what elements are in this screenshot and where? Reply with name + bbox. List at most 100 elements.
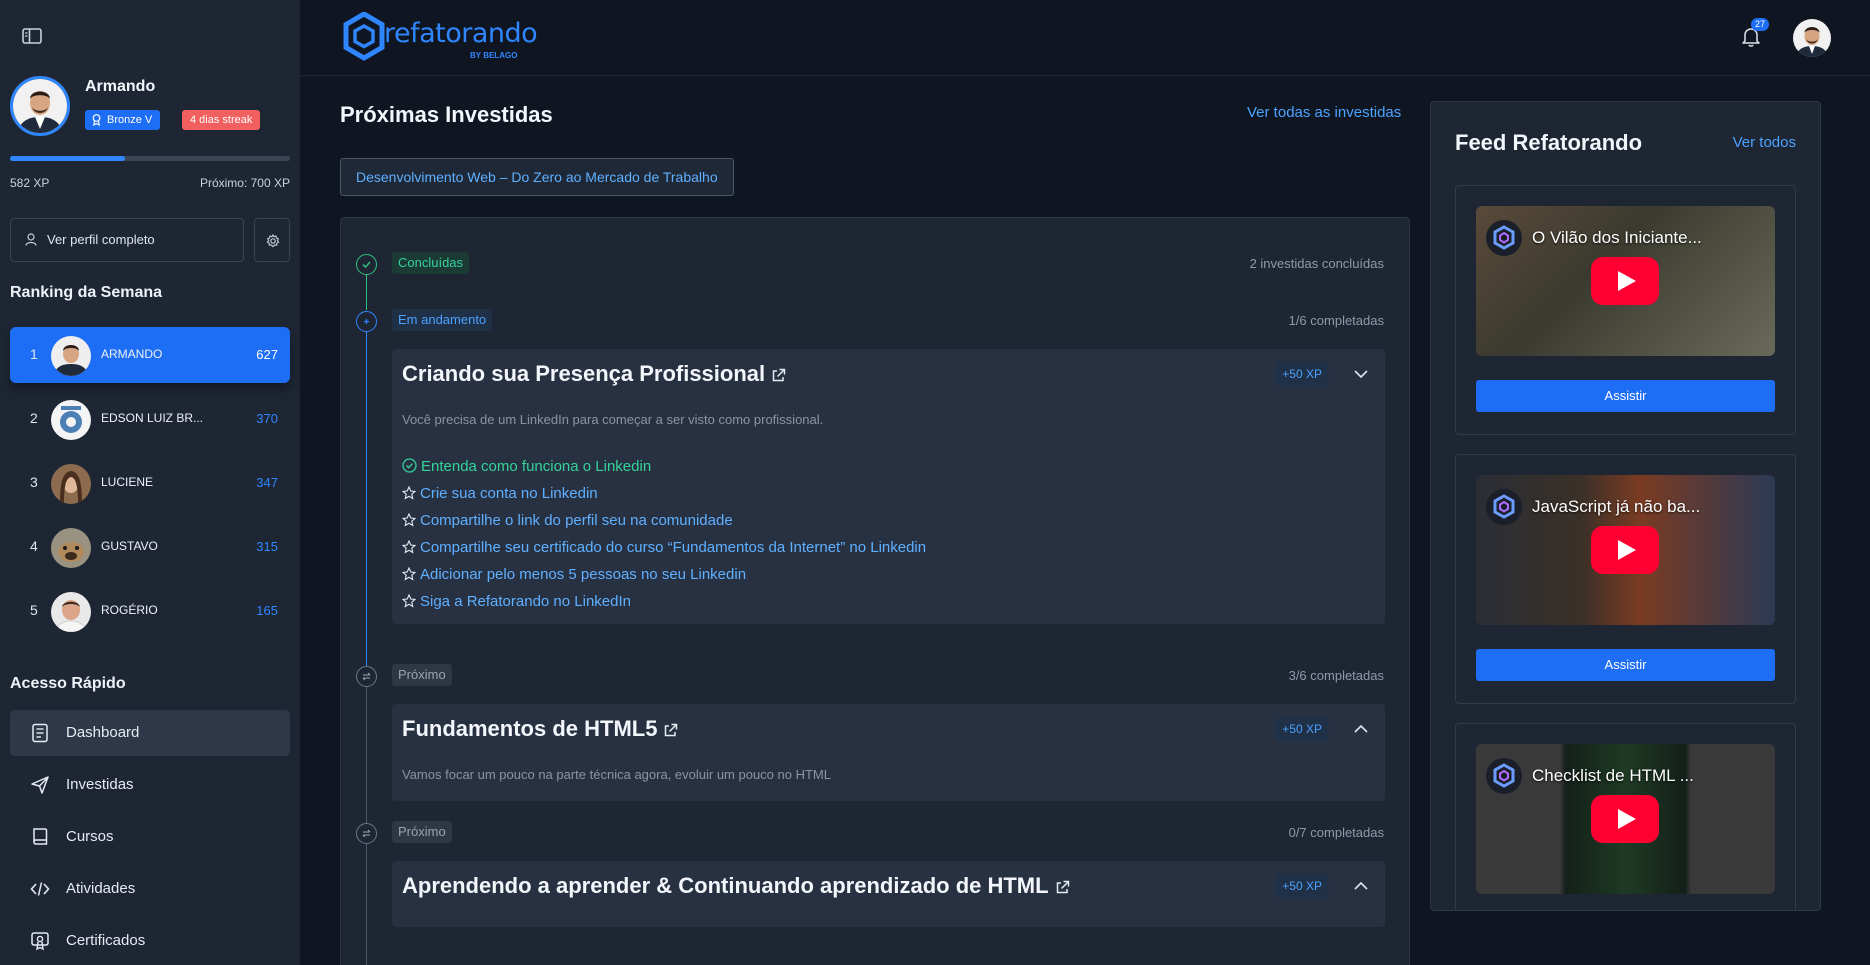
task-label: Compartilhe seu certificado do curso “Fu… xyxy=(420,539,927,556)
avatar xyxy=(51,528,91,568)
quick-access-title: Acesso Rápido xyxy=(10,675,126,692)
investida-card[interactable]: Aprendendo a aprender & Continuando apre… xyxy=(392,861,1385,927)
chevron-up-icon[interactable] xyxy=(1353,721,1369,739)
task-item[interactable]: Siga a Refatorando no LinkedIn xyxy=(401,593,631,610)
see-all-investidas-link[interactable]: Ver todas as investidas xyxy=(1247,104,1401,121)
video-card: O Vilão dos Iniciante... Assistir xyxy=(1455,185,1796,435)
task-item[interactable]: Compartilhe o link do perfil seu na comu… xyxy=(401,512,733,529)
progress-count: 3/6 completadas xyxy=(1288,668,1384,683)
brand-name: refatorando xyxy=(384,18,538,49)
xp-badge: +50 XP xyxy=(1275,874,1329,898)
settings-button[interactable] xyxy=(254,218,290,262)
ranking-item[interactable]: 2 EDSON LUIZ BR... 370 xyxy=(10,391,290,447)
nav-item-investidas[interactable]: Investidas xyxy=(10,762,290,808)
ranking-name: GUSTAVO xyxy=(101,539,158,553)
card-title[interactable]: Aprendendo a aprender & Continuando apre… xyxy=(402,873,1070,899)
task-item[interactable]: Adicionar pelo menos 5 pessoas no seu Li… xyxy=(401,566,746,583)
ranking-position: 5 xyxy=(30,602,38,618)
nav-item-certificados[interactable]: Certificados xyxy=(10,918,290,964)
view-profile-label: Ver perfil completo xyxy=(47,232,155,247)
channel-logo-icon xyxy=(1486,489,1522,525)
investida-card[interactable]: Fundamentos de HTML5 +50 XP Vamos focar … xyxy=(392,704,1385,801)
video-thumbnail[interactable]: O Vilão dos Iniciante... xyxy=(1476,206,1775,356)
status-badge: Próximo xyxy=(392,664,452,686)
course-selector[interactable]: Desenvolvimento Web – Do Zero ao Mercado… xyxy=(340,158,734,196)
external-link-icon xyxy=(665,723,678,737)
nav-label: Investidas xyxy=(66,776,134,793)
page-title: Próximas Investidas xyxy=(340,102,553,127)
avatar xyxy=(51,464,91,504)
notifications-button[interactable]: 27 xyxy=(1741,18,1769,50)
card-title[interactable]: Fundamentos de HTML5 xyxy=(402,716,678,742)
check-circle-icon xyxy=(402,458,417,473)
avatar xyxy=(51,592,91,632)
ranking-item[interactable]: 5 ROGÉRIO 165 xyxy=(10,583,290,639)
star-icon xyxy=(401,566,417,581)
task-item[interactable]: Entenda como funciona o Linkedin xyxy=(402,458,651,475)
book-icon xyxy=(33,828,48,845)
star-icon xyxy=(401,485,417,500)
channel-logo-icon xyxy=(1486,220,1522,256)
video-thumbnail[interactable]: Checklist de HTML ... xyxy=(1476,744,1775,894)
brand-logo[interactable]: refatorando BY BELAGO xyxy=(342,11,538,67)
notification-count-badge: 27 xyxy=(1751,18,1769,31)
video-thumbnail[interactable]: JavaScript já não ba... xyxy=(1476,475,1775,625)
nav-item-atividades[interactable]: Atividades xyxy=(10,866,290,912)
document-icon xyxy=(32,723,48,743)
ranking-title: Ranking da Semana xyxy=(10,284,163,301)
hexagon-logo-icon xyxy=(343,11,385,61)
code-icon xyxy=(30,882,50,896)
rank-badge: Bronze V xyxy=(85,110,161,130)
chevron-up-icon[interactable] xyxy=(1353,878,1369,896)
card-title-text: Criando sua Presença Profissional xyxy=(402,361,766,386)
swap-circle-icon xyxy=(356,823,377,844)
task-item[interactable]: Crie sua conta no Linkedin xyxy=(401,485,598,502)
status-badge: Próximo xyxy=(392,821,452,843)
ranking-position: 2 xyxy=(30,410,38,426)
card-title-text: Fundamentos de HTML5 xyxy=(402,716,658,741)
see-all-feed-link[interactable]: Ver todos xyxy=(1733,134,1796,151)
external-link-icon xyxy=(1056,880,1069,894)
nav-label: Certificados xyxy=(66,932,146,949)
watch-button[interactable]: Assistir xyxy=(1476,380,1775,412)
view-profile-button[interactable]: Ver perfil completo xyxy=(10,218,244,262)
medal-icon xyxy=(92,114,101,126)
xp-badge: +50 XP xyxy=(1275,362,1329,386)
card-description: Vamos focar um pouco na parte técnica ag… xyxy=(402,767,831,782)
certificate-icon xyxy=(31,932,49,951)
channel-logo-icon xyxy=(1486,758,1522,794)
status-badge: Concluídas xyxy=(392,252,470,274)
ranking-item[interactable]: 3 LUCIENE 347 xyxy=(10,455,290,511)
play-icon[interactable] xyxy=(1591,257,1659,305)
ranking-item[interactable]: 4 GUSTAVO 315 xyxy=(10,519,290,575)
task-item[interactable]: Compartilhe seu certificado do curso “Fu… xyxy=(401,539,927,556)
chevron-down-icon[interactable] xyxy=(1353,366,1369,384)
user-avatar[interactable] xyxy=(10,76,70,136)
ranking-score: 347 xyxy=(256,475,278,490)
play-icon[interactable] xyxy=(1591,526,1659,574)
timeline-panel: Concluídas 2 investidas concluídas Em an… xyxy=(340,217,1410,965)
ranking-name: ROGÉRIO xyxy=(101,603,158,617)
video-card: Checklist de HTML ... xyxy=(1455,723,1796,910)
video-title: O Vilão dos Iniciante... xyxy=(1532,228,1702,247)
star-icon xyxy=(401,512,417,527)
watch-button[interactable]: Assistir xyxy=(1476,649,1775,681)
task-label: Compartilhe o link do perfil seu na comu… xyxy=(420,512,733,529)
nav-item-dashboard[interactable]: Dashboard xyxy=(10,710,290,756)
user-icon xyxy=(25,233,37,246)
gear-icon xyxy=(266,234,280,248)
sidebar-toggle-icon[interactable] xyxy=(22,28,46,48)
card-title[interactable]: Criando sua Presença Profissional xyxy=(402,361,786,387)
ranking-position: 1 xyxy=(30,346,38,362)
investida-card[interactable]: Criando sua Presença Profissional +50 XP… xyxy=(392,349,1385,624)
xp-badge: +50 XP xyxy=(1275,717,1329,741)
nav-item-cursos[interactable]: Cursos xyxy=(10,814,290,860)
play-icon[interactable] xyxy=(1591,795,1659,843)
xp-current: 582 XP xyxy=(10,176,50,190)
ranking-score: 627 xyxy=(256,347,278,362)
completed-count: 2 investidas concluídas xyxy=(1249,256,1384,271)
ranking-score: 315 xyxy=(256,539,278,554)
header-avatar[interactable] xyxy=(1793,19,1831,57)
ranking-item[interactable]: 1 ARMANDO 627 xyxy=(10,327,290,383)
ranking-position: 3 xyxy=(30,474,38,490)
